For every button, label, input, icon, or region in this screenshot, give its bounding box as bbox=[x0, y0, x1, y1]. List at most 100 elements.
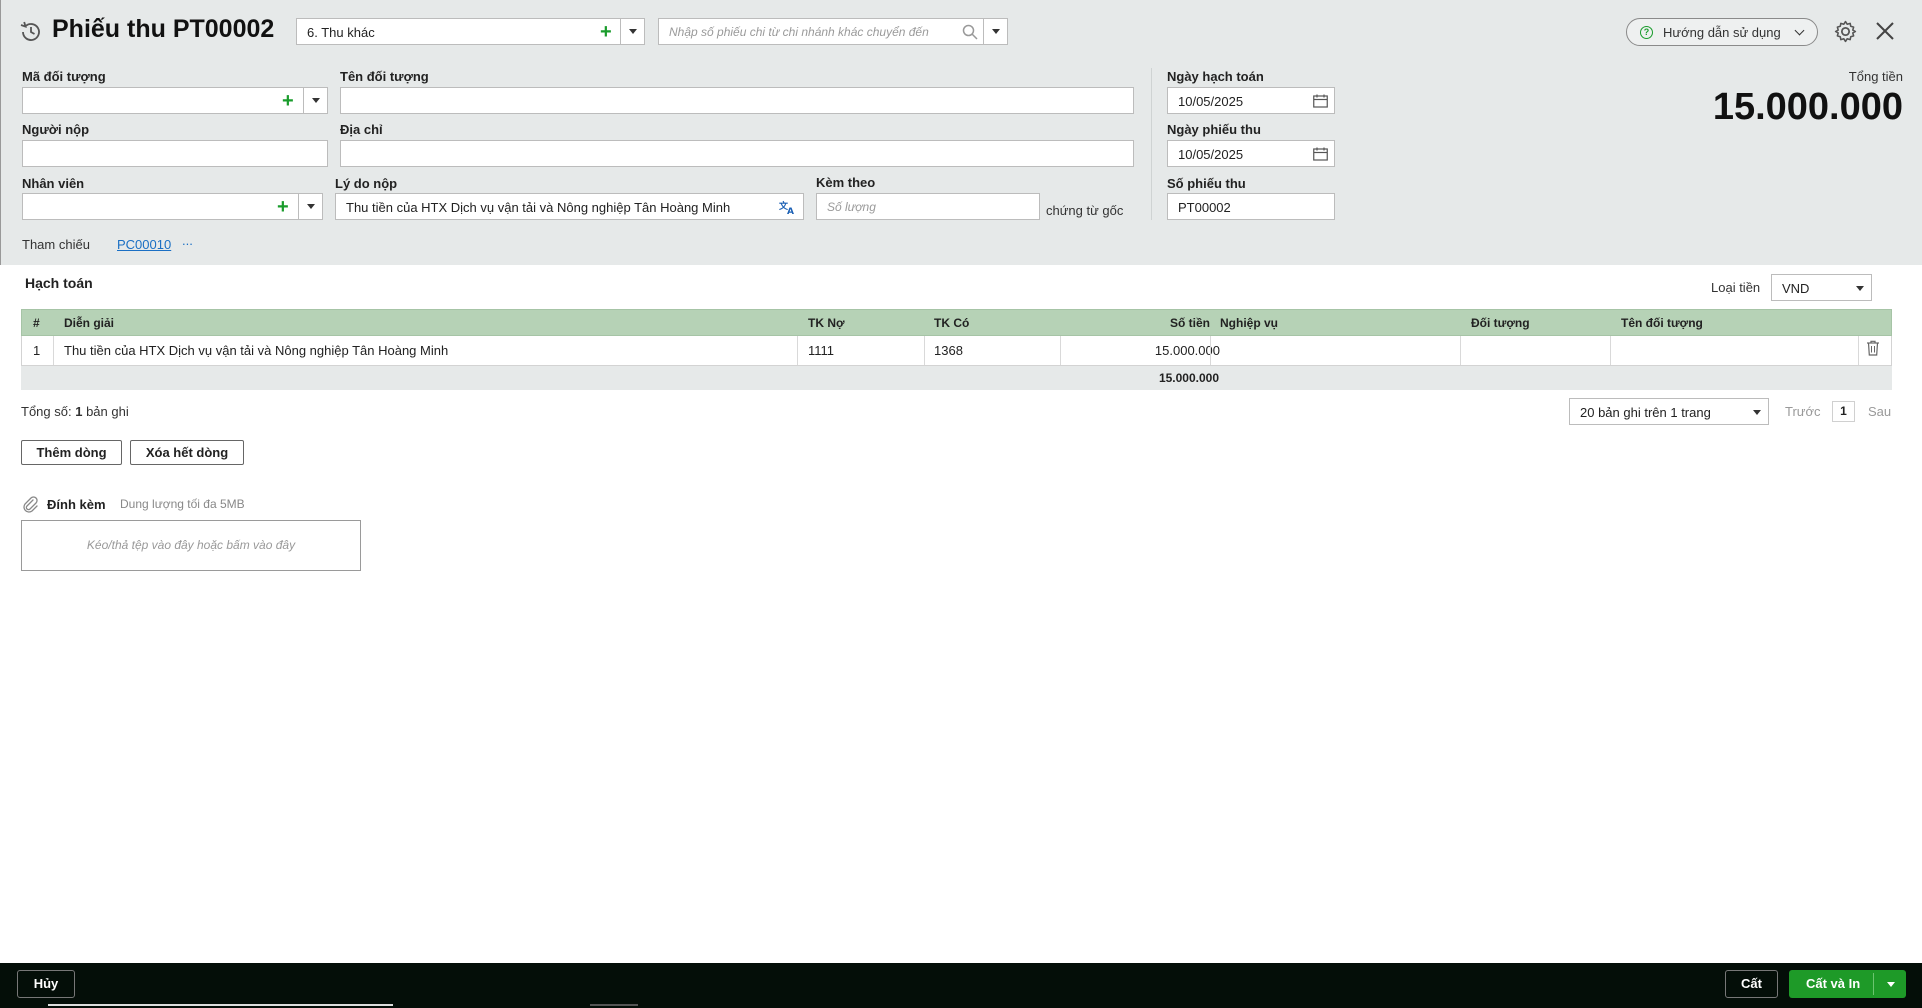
paperclip-icon bbox=[23, 496, 38, 513]
prev-page-button[interactable]: Trước bbox=[1785, 404, 1821, 419]
col-header-object-name[interactable]: Tên đối tượng bbox=[1621, 316, 1703, 330]
employee-dropdown[interactable] bbox=[298, 194, 322, 219]
receipt-date-input[interactable]: 10/05/2025 bbox=[1167, 140, 1335, 167]
object-name-input[interactable] bbox=[340, 87, 1134, 114]
user-guide-label: Hướng dẫn sử dụng bbox=[1663, 25, 1781, 40]
currency-label: Loại tiền bbox=[1711, 280, 1761, 295]
attached-count-input[interactable]: Số lượng bbox=[816, 193, 1040, 220]
add-object-icon[interactable]: + bbox=[282, 91, 294, 111]
attachment-drop-text: Kéo/thả tệp vào đây hoặc bấm vào đây bbox=[86, 538, 296, 552]
col-header-debit-account[interactable]: TK Nợ bbox=[808, 316, 845, 330]
cell-credit-account[interactable]: 1368 bbox=[934, 343, 963, 358]
table-row[interactable]: 1 Thu tiền của HTX Dịch vụ vận tải và Nô… bbox=[21, 336, 1892, 366]
grid-header: # Diễn giải TK Nợ TK Có Số tiền Nghiệp v… bbox=[21, 309, 1892, 336]
voucher-type-value: 6. Thu khác bbox=[307, 25, 375, 40]
cell-debit-account[interactable]: 1111 bbox=[808, 343, 834, 358]
delete-all-rows-button[interactable]: Xóa hết dòng bbox=[130, 440, 244, 465]
col-divider bbox=[1610, 336, 1611, 365]
object-code-dropdown[interactable] bbox=[303, 88, 327, 113]
chevron-down-icon bbox=[992, 29, 1000, 34]
cancel-button[interactable]: Hủy bbox=[17, 970, 75, 998]
taskbar-indicator bbox=[48, 1004, 393, 1006]
col-header-amount[interactable]: Số tiền bbox=[1062, 316, 1210, 330]
attached-label: Kèm theo bbox=[816, 175, 876, 190]
current-page[interactable]: 1 bbox=[1832, 401, 1855, 422]
calendar-icon[interactable] bbox=[1313, 94, 1328, 108]
add-employee-icon[interactable]: + bbox=[277, 197, 289, 217]
chevron-down-icon bbox=[1856, 286, 1864, 291]
chevron-down-icon[interactable] bbox=[1887, 982, 1895, 987]
attachment-label: Đính kèm bbox=[47, 497, 106, 512]
split-divider bbox=[1873, 973, 1874, 995]
history-icon[interactable] bbox=[19, 20, 43, 44]
reason-label: Lý do nộp bbox=[335, 176, 398, 191]
page-size-value: 20 bản ghi trên 1 trang bbox=[1580, 405, 1711, 420]
user-guide-button[interactable]: ? Hướng dẫn sử dụng bbox=[1626, 18, 1818, 46]
employee-input[interactable]: + bbox=[22, 193, 323, 220]
posting-date-input[interactable]: 10/05/2025 bbox=[1167, 87, 1335, 114]
employee-label: Nhân viên bbox=[22, 176, 85, 191]
voucher-type-select[interactable]: 6. Thu khác + bbox=[296, 18, 645, 45]
header-panel: Phiếu thu PT00002 6. Thu khác + Nhập số … bbox=[0, 0, 1922, 265]
col-divider bbox=[1460, 336, 1461, 365]
address-label: Địa chỉ bbox=[340, 122, 383, 137]
col-divider bbox=[797, 336, 798, 365]
settings-gear-icon[interactable] bbox=[1833, 19, 1858, 44]
save-button[interactable]: Cất bbox=[1725, 970, 1778, 998]
footer-bar bbox=[0, 963, 1922, 1008]
svg-text:A: A bbox=[787, 207, 794, 215]
chevron-down-icon bbox=[312, 98, 320, 103]
grid-total-amount: 15.000.000 bbox=[1158, 371, 1219, 385]
total-amount-label: Tổng tiền bbox=[1848, 69, 1903, 84]
accounting-grid: # Diễn giải TK Nợ TK Có Số tiền Nghiệp v… bbox=[21, 309, 1892, 390]
search-icon[interactable] bbox=[962, 24, 978, 40]
total-records-count: 1 bbox=[75, 404, 83, 419]
cell-no: 1 bbox=[33, 343, 41, 358]
attachment-drop-zone[interactable]: Kéo/thả tệp vào đây hoặc bấm vào đây bbox=[21, 520, 361, 571]
page-size-select[interactable]: 20 bản ghi trên 1 trang bbox=[1569, 398, 1769, 425]
trash-icon[interactable] bbox=[1866, 340, 1880, 356]
currency-select[interactable]: VND bbox=[1771, 274, 1872, 301]
voucher-type-dropdown[interactable] bbox=[620, 19, 644, 44]
branch-voucher-placeholder: Nhập số phiếu chi từ chi nhánh khác chuy… bbox=[669, 25, 929, 39]
total-records-suffix: bản ghi bbox=[86, 404, 129, 419]
close-icon[interactable] bbox=[1875, 21, 1895, 41]
attachment-size-note: Dung lượng tối đa 5MB bbox=[120, 497, 245, 511]
calendar-icon[interactable] bbox=[1313, 147, 1328, 161]
reference-more-button[interactable]: ... bbox=[182, 233, 193, 248]
col-header-credit-account[interactable]: TK Có bbox=[934, 316, 969, 330]
col-header-business[interactable]: Nghiệp vụ bbox=[1220, 316, 1278, 330]
translate-icon[interactable]: 文 A bbox=[779, 200, 796, 215]
chevron-down-icon bbox=[1753, 410, 1761, 415]
total-amount-value: 15.000.000 bbox=[1712, 86, 1903, 128]
col-divider bbox=[53, 336, 54, 365]
branch-voucher-search[interactable]: Nhập số phiếu chi từ chi nhánh khác chuy… bbox=[658, 18, 1008, 45]
address-input[interactable] bbox=[340, 140, 1134, 167]
branch-voucher-dropdown[interactable] bbox=[983, 19, 1007, 44]
reason-value: Thu tiền của HTX Dịch vụ vận tải và Nông… bbox=[346, 200, 731, 215]
chevron-down-icon bbox=[1794, 25, 1805, 36]
attached-count-placeholder: Số lượng bbox=[827, 200, 876, 214]
receipt-number-label: Số phiếu thu bbox=[1167, 176, 1246, 191]
chevron-down-icon bbox=[307, 204, 315, 209]
cell-amount[interactable]: 15.000.000 bbox=[1062, 343, 1220, 358]
add-row-button[interactable]: Thêm dòng bbox=[21, 440, 122, 465]
cell-description[interactable]: Thu tiền của HTX Dịch vụ vận tải và Nông… bbox=[64, 343, 448, 358]
col-header-object[interactable]: Đối tượng bbox=[1471, 316, 1530, 330]
next-page-button[interactable]: Sau bbox=[1868, 404, 1891, 419]
posting-date-label: Ngày hạch toán bbox=[1167, 69, 1264, 84]
chevron-down-icon bbox=[629, 29, 637, 34]
payer-input[interactable] bbox=[22, 140, 328, 167]
divider bbox=[1151, 68, 1152, 220]
object-code-input[interactable]: + bbox=[22, 87, 328, 114]
col-header-description[interactable]: Diễn giải bbox=[64, 316, 114, 330]
reference-link[interactable]: PC00010 bbox=[117, 237, 171, 252]
add-type-icon[interactable]: + bbox=[600, 22, 612, 42]
receipt-number-input[interactable]: PT00002 bbox=[1167, 193, 1335, 220]
reason-input[interactable]: Thu tiền của HTX Dịch vụ vận tải và Nông… bbox=[335, 193, 804, 220]
taskbar-indicator bbox=[590, 1004, 638, 1006]
receipt-date-label: Ngày phiếu thu bbox=[1167, 122, 1261, 137]
posting-date-value: 10/05/2025 bbox=[1178, 94, 1244, 109]
save-and-print-label: Cất và In bbox=[1806, 976, 1861, 991]
save-and-print-button[interactable]: Cất và In bbox=[1789, 970, 1906, 998]
